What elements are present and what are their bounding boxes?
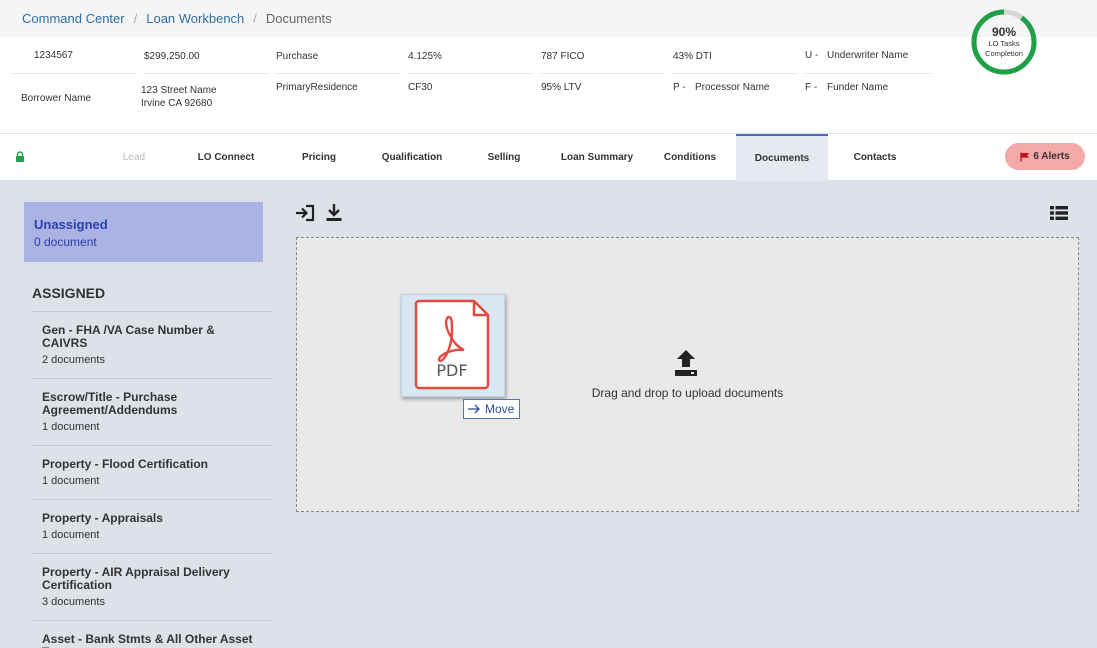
pdf-label: PDF — [436, 361, 467, 380]
tab-loan-summary[interactable]: Loan Summary — [551, 134, 643, 181]
assigned-item-flood-certification[interactable]: Property - Flood Certification 1 documen… — [32, 445, 272, 499]
breadcrumb: Command Center / Loan Workbench / Docume… — [0, 0, 1097, 37]
property-address: 123 Street Name Irvine CA 92680 — [141, 84, 217, 110]
breadcrumb-current: Documents — [265, 11, 332, 26]
assigned-item-count: 1 document — [42, 421, 100, 433]
assigned-item-title: Escrow/Title - Purchase Agreement/Addend… — [42, 390, 178, 417]
underwriter-name: Underwriter Name — [827, 50, 909, 61]
assigned-item-title: Property - Appraisals — [42, 511, 163, 525]
tab-pricing[interactable]: Pricing — [273, 134, 365, 181]
funder-name: Funder Name — [827, 82, 889, 93]
tab-documents[interactable]: Documents — [736, 134, 828, 181]
import-icon[interactable] — [295, 204, 315, 222]
tab-conditions[interactable]: Conditions — [644, 134, 736, 181]
progress-percent: 90% — [991, 25, 1017, 39]
loan-purpose: Purchase — [276, 51, 400, 74]
assigned-item-case-number[interactable]: Gen - FHA /VA Case Number & CAIVRS 2 doc… — [32, 311, 272, 378]
funder-field: F - Funder Name — [805, 82, 888, 93]
tab-selling[interactable]: Selling — [458, 134, 550, 181]
assigned-item-bank-statements[interactable]: Asset - Bank Stmts & All Other Asset Typ… — [32, 620, 272, 648]
breadcrumb-separator: / — [133, 11, 138, 26]
assigned-item-air-appraisal[interactable]: Property - AIR Appraisal Delivery Certif… — [32, 553, 272, 620]
address-line2: Irvine CA 92680 — [141, 98, 213, 109]
tab-contacts[interactable]: Contacts — [829, 134, 921, 181]
loan-header: 1234567 $299,250.00 Purchase 4.125% 787 … — [0, 37, 1097, 133]
occupancy: PrimaryResidence — [276, 82, 358, 93]
assigned-item-purchase-agreement[interactable]: Escrow/Title - Purchase Agreement/Addend… — [32, 378, 272, 445]
loan-amount: $299,250.00 — [144, 51, 268, 74]
loan-program: CF30 — [408, 82, 433, 93]
download-icon[interactable] — [325, 203, 343, 222]
processor-name: Processor Name — [695, 82, 770, 93]
arrow-right-icon — [468, 404, 480, 414]
assigned-heading: ASSIGNED — [32, 285, 106, 301]
breadcrumb-command-center[interactable]: Command Center — [22, 11, 125, 26]
unassigned-count: 0 document — [34, 235, 97, 249]
unassigned-title: Unassigned — [34, 217, 108, 232]
assigned-item-count: 1 document — [42, 529, 100, 541]
tab-lo-connect[interactable]: LO Connect — [180, 134, 272, 181]
assigned-item-count: 2 documents — [42, 354, 105, 366]
assigned-item-count: 3 documents — [42, 596, 105, 608]
assigned-item-title: Gen - FHA /VA Case Number & CAIVRS — [42, 323, 215, 350]
assigned-item-title: Property - AIR Appraisal Delivery Certif… — [42, 565, 230, 592]
list-view-icon[interactable] — [1050, 205, 1068, 221]
processor-field: P - Processor Name — [673, 82, 769, 93]
ltv-ratio: 95% LTV — [541, 82, 582, 93]
assigned-item-title: Asset - Bank Stmts & All Other Asset Typ… — [42, 632, 253, 648]
flag-icon — [1020, 152, 1030, 161]
fico-score: 787 FICO — [541, 51, 665, 74]
progress-label: LO Tasks Completion — [985, 39, 1023, 58]
address-line1: 123 Street Name — [141, 85, 217, 96]
lock-icon — [16, 151, 24, 162]
tab-qualification[interactable]: Qualification — [366, 134, 458, 181]
underwriter-prefix: U - — [805, 50, 819, 61]
processor-prefix: P - — [673, 82, 686, 93]
upload-icon — [675, 350, 697, 376]
dragged-pdf-file[interactable]: PDF — [401, 294, 505, 397]
assigned-item-title: Property - Flood Certification — [42, 457, 209, 471]
tab-lead: Lead — [122, 152, 146, 163]
loan-tabs: Lead LO Connect Pricing Qualification Se… — [0, 133, 1097, 181]
pdf-file-icon: PDF — [414, 299, 490, 390]
borrower-name: Borrower Name — [21, 93, 92, 104]
funder-prefix: F - — [805, 82, 818, 93]
move-indicator: Move — [463, 399, 520, 419]
dti-ratio: 43% DTI — [673, 51, 797, 74]
assigned-list: Gen - FHA /VA Case Number & CAIVRS 2 doc… — [32, 311, 272, 648]
breadcrumb-loan-workbench[interactable]: Loan Workbench — [146, 11, 244, 26]
loan-number: 1234567 — [12, 50, 136, 74]
alerts-label: 6 Alerts — [1033, 151, 1070, 162]
underwriter-field: U - Underwriter Name — [805, 50, 931, 74]
interest-rate: 4.125% — [408, 51, 532, 74]
alerts-button[interactable]: 6 Alerts — [1005, 143, 1085, 170]
progress-text: 90% LO Tasks Completion — [970, 8, 1038, 76]
assigned-item-count: 1 document — [42, 475, 100, 487]
breadcrumb-separator: / — [253, 11, 257, 26]
assigned-item-appraisals[interactable]: Property - Appraisals 1 document — [32, 499, 272, 553]
move-label: Move — [485, 402, 515, 416]
unassigned-folder[interactable]: Unassigned 0 document — [24, 202, 263, 262]
